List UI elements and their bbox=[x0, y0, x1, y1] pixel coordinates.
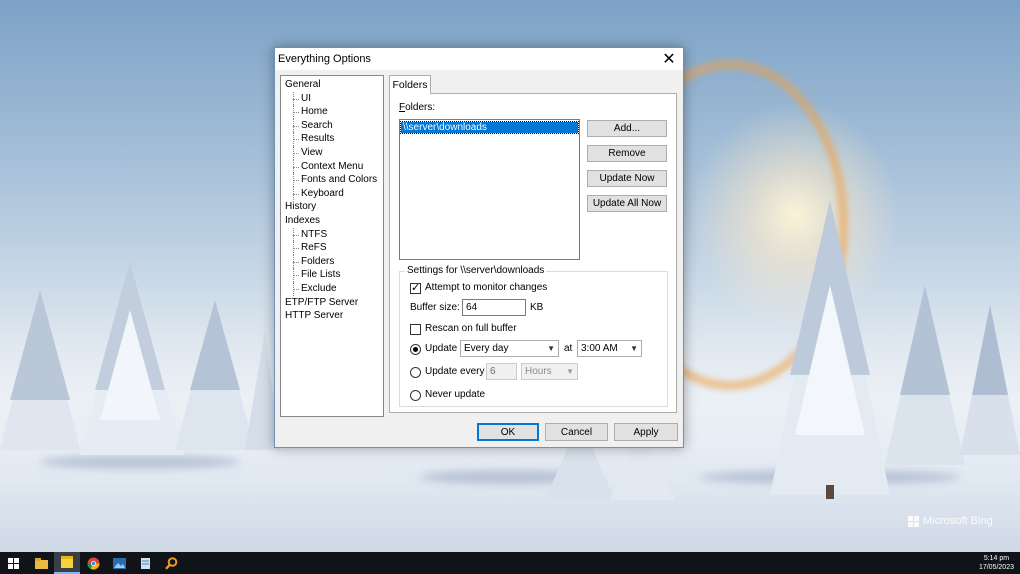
close-icon: ✕ bbox=[662, 51, 676, 68]
taskbar-chrome[interactable] bbox=[80, 552, 106, 574]
chevron-down-icon: ▼ bbox=[630, 344, 638, 353]
windows-logo-icon bbox=[908, 515, 919, 527]
never-update-label: Never update bbox=[425, 389, 486, 400]
update-radio[interactable] bbox=[410, 344, 421, 355]
update-every-unit-select[interactable]: Hours ▼ bbox=[521, 363, 578, 380]
tree-item[interactable]: UI bbox=[285, 91, 383, 106]
tree-item[interactable]: General bbox=[285, 78, 383, 92]
bing-watermark: Microsoft Bing bbox=[908, 515, 993, 527]
add-button[interactable]: Add... bbox=[587, 120, 667, 137]
buffer-size-label: Buffer size: bbox=[410, 302, 460, 313]
tree-item[interactable]: Search bbox=[285, 118, 383, 133]
remove-button-label: Remove bbox=[608, 148, 646, 159]
cancel-button-label: Cancel bbox=[560, 426, 593, 438]
tree-item[interactable]: History bbox=[285, 200, 383, 214]
close-button[interactable]: ✕ bbox=[655, 48, 683, 70]
folders-tab-page: Folders: \\server\downloads Add... Remov… bbox=[389, 93, 677, 413]
update-every-unit-value: Hours bbox=[525, 366, 552, 377]
update-time-picker[interactable]: 3:00 AM ▼ bbox=[577, 340, 642, 357]
folders-label: Folders: bbox=[399, 102, 436, 113]
update-frequency-value: Every day bbox=[464, 343, 509, 354]
update-frequency-select[interactable]: Every day ▼ bbox=[460, 340, 559, 357]
update-radio-label: Update bbox=[425, 343, 458, 354]
taskbar-notepad[interactable] bbox=[132, 552, 158, 574]
taskbar-everything-search[interactable] bbox=[158, 552, 184, 574]
update-now-button[interactable]: Update Now bbox=[587, 170, 667, 187]
chevron-down-icon: ▼ bbox=[566, 367, 574, 376]
tree-item[interactable]: Exclude bbox=[285, 281, 383, 296]
dialog-title: Everything Options bbox=[278, 53, 371, 65]
apply-button[interactable]: Apply bbox=[614, 423, 678, 441]
tree-item[interactable]: View bbox=[285, 145, 383, 160]
ok-button[interactable]: OK bbox=[477, 423, 539, 441]
chevron-down-icon: ▼ bbox=[547, 344, 555, 353]
everything-options-dialog: Everything Options ✕ General UI Home Search… bbox=[274, 47, 684, 448]
start-button[interactable] bbox=[0, 552, 26, 574]
chrome-icon bbox=[87, 557, 99, 570]
at-label: at bbox=[564, 343, 573, 354]
settings-legend: Settings for \\server\downloads bbox=[405, 265, 547, 276]
tree-item[interactable]: Home bbox=[285, 105, 383, 119]
update-all-now-button-label: Update All Now bbox=[592, 198, 662, 209]
buffer-size-input[interactable]: 64 bbox=[462, 299, 526, 316]
folder-icon bbox=[34, 557, 48, 569]
monitor-changes-label: Attempt to monitor changes bbox=[425, 282, 548, 293]
monitor-changes-checkbox[interactable] bbox=[410, 281, 421, 294]
snowy-trees-left bbox=[0, 260, 280, 455]
sticky-note-icon bbox=[61, 556, 73, 568]
buffer-unit-label: KB bbox=[530, 302, 544, 313]
tree-item[interactable]: ReFS bbox=[285, 241, 383, 255]
notepad-icon bbox=[140, 557, 150, 569]
tree-item[interactable]: NTFS bbox=[285, 227, 383, 242]
options-category-tree[interactable]: General UI Home Search Results View Context Me… bbox=[280, 75, 384, 417]
taskbar-photos[interactable] bbox=[106, 552, 132, 574]
tree-item[interactable]: Context Menu bbox=[285, 159, 383, 174]
add-button-label: Add... bbox=[613, 123, 641, 134]
rescan-full-buffer-checkbox[interactable] bbox=[410, 324, 421, 335]
never-update-radio[interactable] bbox=[410, 390, 421, 401]
taskbar: 5:14 pm 17/05/2023 bbox=[0, 552, 1020, 574]
update-all-now-button[interactable]: Update All Now bbox=[587, 195, 667, 212]
tab-folders-label: Folders bbox=[392, 79, 428, 91]
cancel-button[interactable]: Cancel bbox=[545, 423, 608, 441]
tree-item[interactable]: Results bbox=[285, 132, 383, 146]
clock-time: 5:14 pm bbox=[983, 555, 1010, 562]
snowy-trees-right bbox=[770, 200, 1020, 499]
ok-button-label: OK bbox=[500, 426, 516, 438]
update-every-input[interactable]: 6 bbox=[486, 363, 517, 380]
taskbar-clock[interactable]: 5:14 pm 17/05/2023 bbox=[979, 554, 1014, 572]
search-icon bbox=[164, 556, 177, 570]
update-now-button-label: Update Now bbox=[599, 173, 655, 184]
tree-item[interactable]: File Lists bbox=[285, 268, 383, 282]
clock-date: 17/05/2023 bbox=[978, 564, 1014, 571]
windows-start-icon bbox=[7, 557, 19, 569]
tree-item[interactable]: Indexes bbox=[285, 214, 383, 228]
apply-button-label: Apply bbox=[633, 426, 659, 438]
list-item[interactable]: \\server\downloads bbox=[400, 121, 579, 134]
tree-item[interactable]: HTTP Server bbox=[285, 309, 383, 323]
tree-item[interactable]: ETP/FTP Server bbox=[285, 296, 383, 310]
taskbar-file-explorer[interactable] bbox=[28, 552, 54, 574]
remove-button[interactable]: Remove bbox=[587, 145, 667, 162]
folder-settings-group: Settings for \\server\downloads Attempt … bbox=[399, 265, 668, 407]
tree-item[interactable]: Folders bbox=[285, 254, 383, 269]
tree-item[interactable]: Fonts and Colors bbox=[285, 173, 383, 187]
taskbar-sticky-notes[interactable] bbox=[54, 552, 80, 574]
update-every-label: Update every bbox=[425, 366, 485, 377]
folders-list[interactable]: \\server\downloads bbox=[399, 119, 580, 260]
rescan-full-buffer-label: Rescan on full buffer bbox=[425, 323, 517, 334]
dialog-titlebar[interactable]: Everything Options ✕ bbox=[275, 48, 683, 70]
image-icon bbox=[112, 557, 126, 569]
update-every-radio[interactable] bbox=[410, 367, 421, 378]
tree-item[interactable]: Keyboard bbox=[285, 186, 383, 201]
watermark-text: Microsoft Bing bbox=[923, 515, 993, 527]
update-time-value: 3:00 AM bbox=[581, 343, 618, 354]
tab-folders[interactable]: Folders bbox=[389, 75, 431, 94]
